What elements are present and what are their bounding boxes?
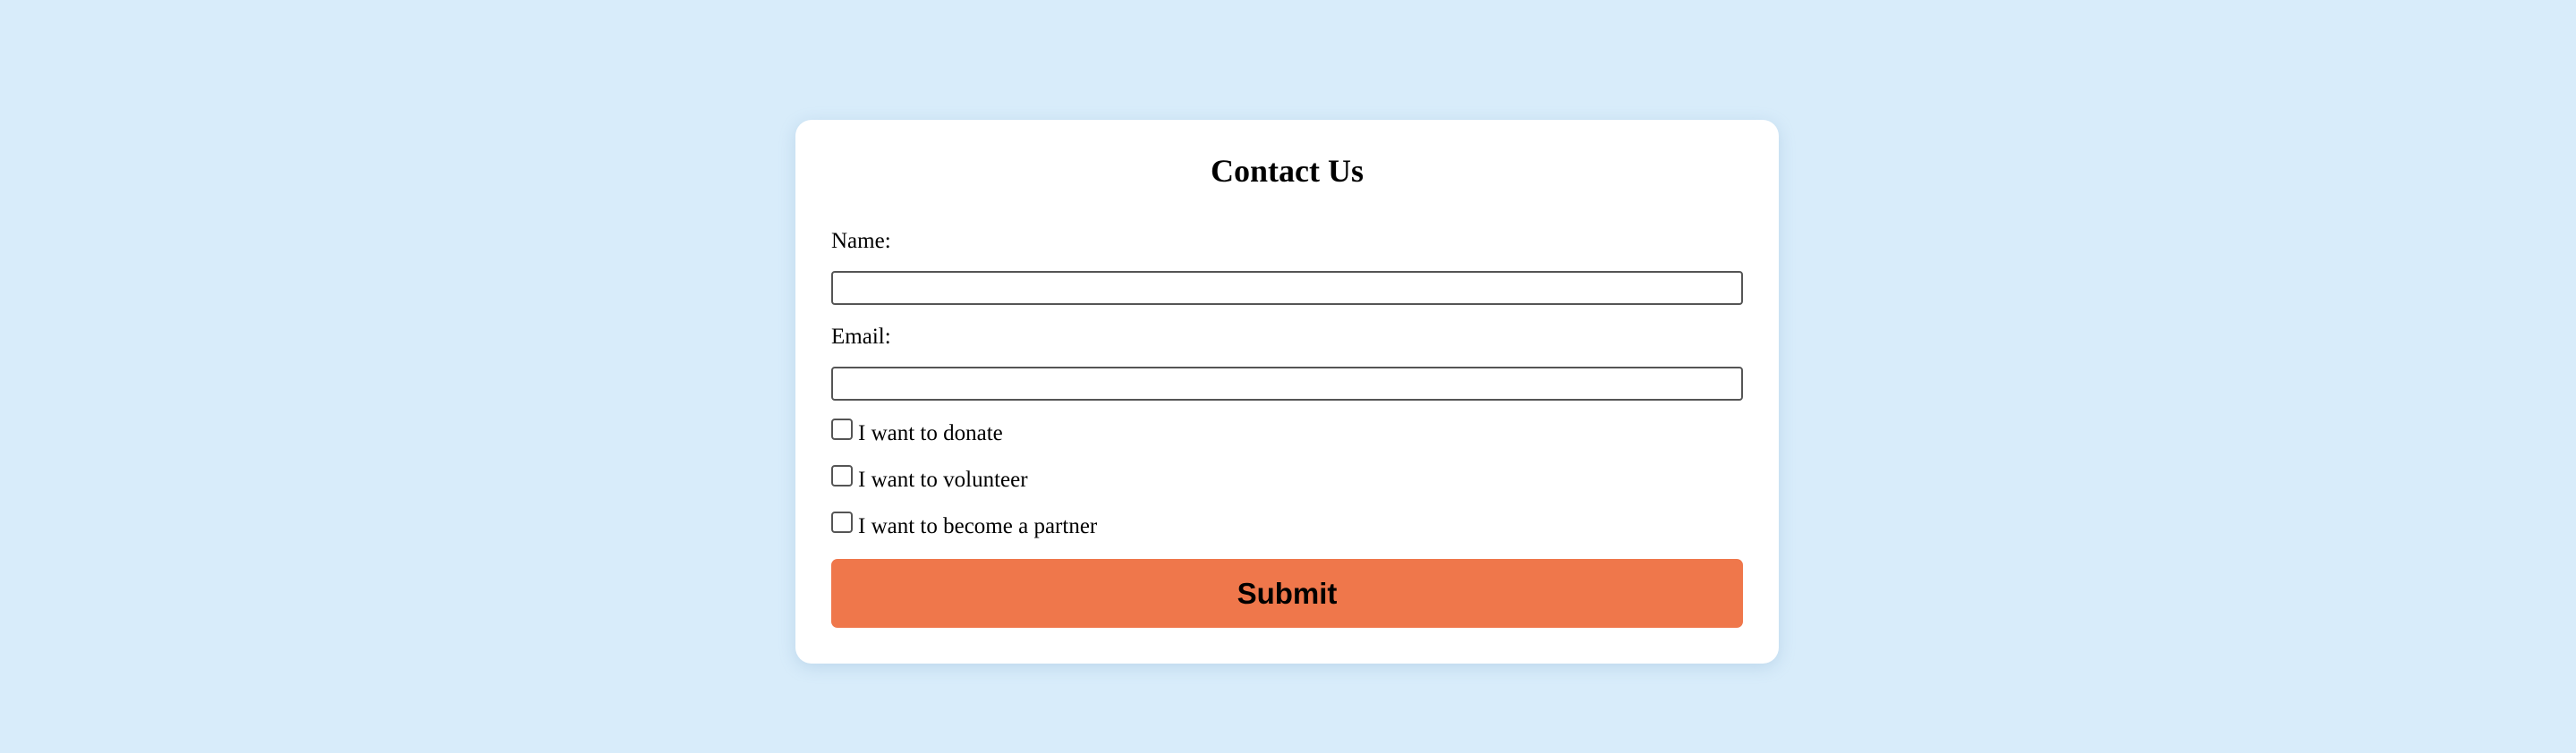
name-label: Name: bbox=[831, 229, 891, 253]
form-title: Contact Us bbox=[1211, 153, 1364, 189]
contact-form-card: Contact Us Name: Email: I want to donate… bbox=[795, 120, 1779, 664]
email-label: Email: bbox=[831, 325, 891, 349]
donate-option[interactable]: I want to donate bbox=[831, 419, 1003, 445]
volunteer-option[interactable]: I want to volunteer bbox=[831, 465, 1028, 492]
volunteer-checkbox[interactable] bbox=[831, 465, 853, 486]
submit-button[interactable]: Submit bbox=[831, 559, 1743, 628]
donate-checkbox[interactable] bbox=[831, 419, 853, 440]
partner-checkbox[interactable] bbox=[831, 512, 853, 533]
email-field[interactable] bbox=[831, 367, 1743, 401]
partner-label: I want to become a partner bbox=[858, 514, 1098, 538]
volunteer-label: I want to volunteer bbox=[858, 468, 1028, 492]
name-field[interactable] bbox=[831, 271, 1743, 305]
donate-label: I want to donate bbox=[858, 421, 1003, 445]
partner-option[interactable]: I want to become a partner bbox=[831, 512, 1097, 538]
